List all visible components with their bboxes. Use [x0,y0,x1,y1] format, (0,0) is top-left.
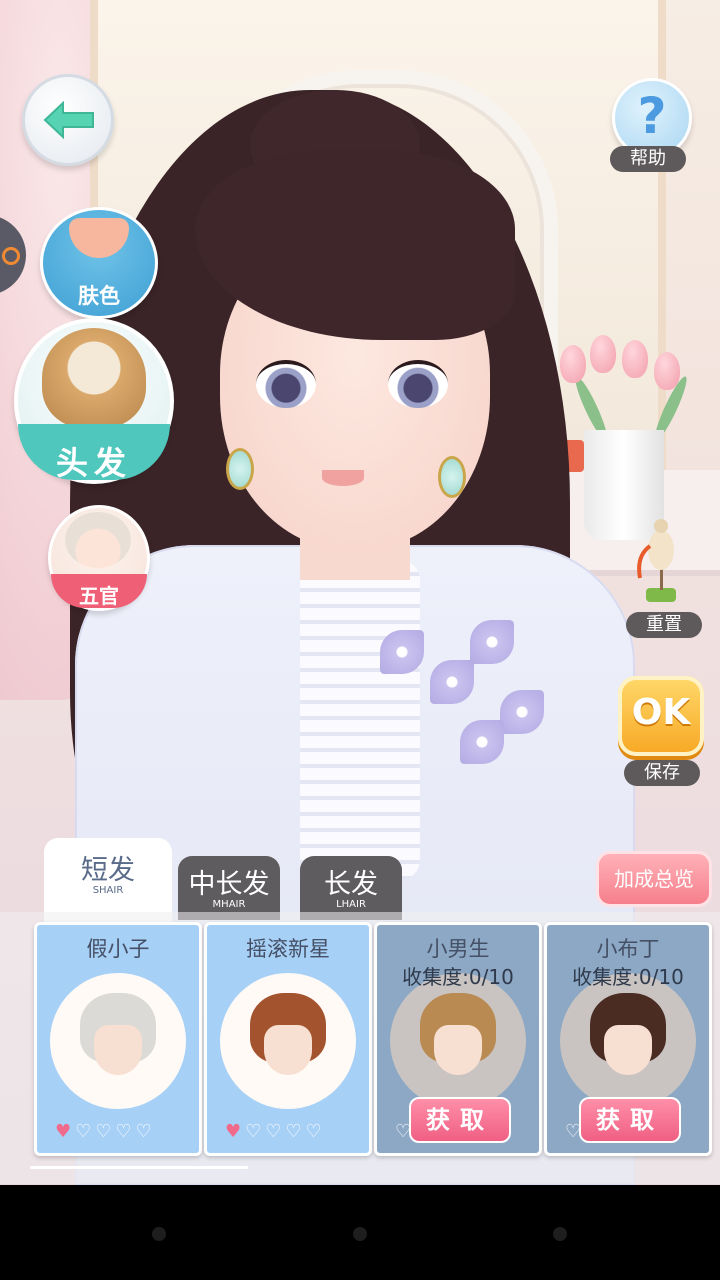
help-label: 帮助 [610,146,686,172]
hair-item-card-locked[interactable]: 小男生 收集度:0/10 ♡♡♡♡♡ 获取 [374,922,542,1156]
tab-medium-hair[interactable]: 中长发 MHAIR [178,856,280,920]
dress-flower [500,690,544,734]
tulip-flower [590,335,616,373]
rating-hearts: ♥♡♡♡♡ [55,1121,156,1142]
facial-features-button[interactable]: 五官 [48,505,150,611]
system-nav-bar [0,1185,720,1280]
dress-flower [460,720,504,764]
back-arrow-icon [43,101,94,139]
left-eye [256,360,316,408]
mannequin-reset-icon[interactable] [636,516,686,608]
get-button[interactable]: 获取 [579,1097,681,1143]
skin-color-button[interactable]: 肤色 [40,207,158,319]
tab-long-hair-sub: LHAIR [336,899,366,910]
horizontal-scrollbar[interactable] [30,1166,248,1169]
tab-medium-hair-label: 中长发 [188,869,270,900]
hair-item-card[interactable]: 摇滚新星 ♥♡♡♡♡ [204,922,372,1156]
earring [438,456,466,498]
face-silhouette [604,1025,652,1075]
skin-swatch-icon [69,218,129,258]
dress-flower [430,660,474,704]
collection-progress: 收集度:0/10 [402,965,514,989]
save-label: 保存 [624,760,700,786]
item-name: 假小子 [86,937,150,961]
ok-save-button[interactable]: OK [618,676,704,756]
item-thumbnail [390,973,526,1109]
hair-item-card-locked[interactable]: 小布丁 收集度:0/10 ♡♡♡♡♡ 获取 [544,922,712,1156]
face-avatar-icon [65,512,131,568]
nav-back-button[interactable] [152,1227,166,1241]
tab-short-hair-label: 短发 [81,855,135,886]
character-mouth [322,470,364,486]
tulip-flower [654,352,680,390]
nav-recents-button[interactable] [553,1227,567,1241]
hair-button[interactable]: 头发 [14,318,174,484]
item-name: 小男生 [426,937,490,961]
question-icon: ? [637,87,667,145]
bonus-overview-button[interactable]: 加成总览 [596,851,712,907]
item-name: 摇滚新星 [246,937,330,961]
dress-ruffle [300,560,420,880]
dress-flower [470,620,514,664]
wig-icon [42,328,146,428]
tab-short-hair-sub: SHAIR [92,885,124,896]
reset-label[interactable]: 重置 [626,612,702,638]
back-button[interactable] [22,74,114,166]
dress-flower [380,630,424,674]
collection-progress: 收集度:0/10 [572,965,684,989]
right-eye [388,360,448,408]
item-thumbnail [560,973,696,1109]
ok-label: OK [631,692,691,733]
tulip-flower [622,340,648,378]
features-label: 五官 [79,584,119,608]
rating-hearts: ♥♡♡♡♡ [225,1121,326,1142]
tab-long-hair-label: 长发 [324,869,378,900]
hair-item-card[interactable]: 假小子 ♥♡♡♡♡ [34,922,202,1156]
nav-home-button[interactable] [353,1227,367,1241]
tab-long-hair[interactable]: 长发 LHAIR [300,856,402,920]
hair-label: 头发 [55,444,132,482]
face-silhouette [264,1025,312,1075]
face-silhouette [94,1025,142,1075]
tulip-flower [560,345,586,383]
item-name: 小布丁 [596,937,660,961]
skin-color-label: 肤色 [78,284,120,308]
get-button[interactable]: 获取 [409,1097,511,1143]
earring [226,448,254,490]
item-thumbnail [220,973,356,1109]
ring-icon [2,247,20,265]
item-thumbnail [50,973,186,1109]
game-scene: 肤色 头发 五官 ? 帮助 重置 OK 保存 短发 SHAIR 中长发 MHAI… [0,0,720,1185]
face-silhouette [434,1025,482,1075]
hair-item-panel: 假小子 ♥♡♡♡♡ 摇滚新星 ♥♡♡♡♡ 小男生 收集度:0/10 ♡♡♡♡♡ [0,912,720,1184]
